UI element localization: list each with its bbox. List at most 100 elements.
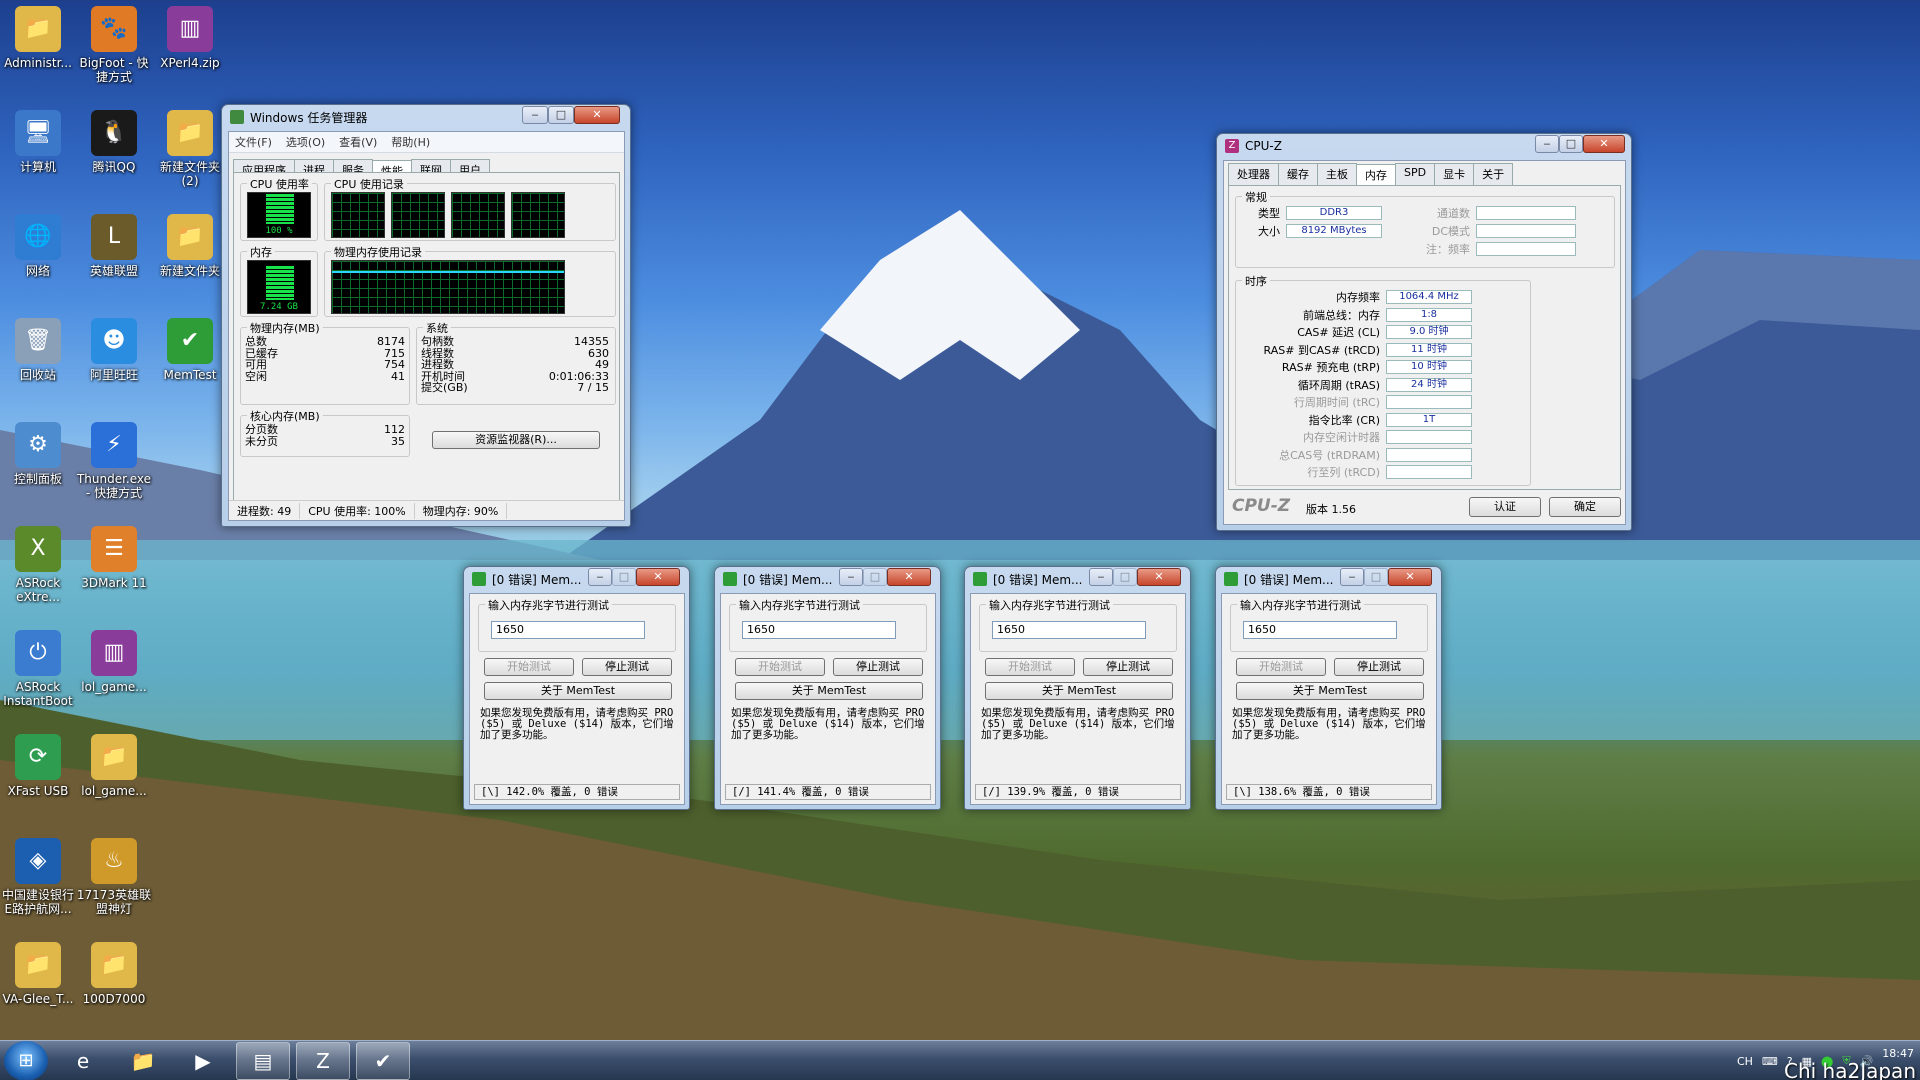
ok-button[interactable]: 确定 xyxy=(1549,497,1621,517)
start-test-button[interactable]: 开始测试 xyxy=(985,658,1075,676)
megabytes-input[interactable]: 1650 xyxy=(491,621,645,639)
start-test-button[interactable]: 开始测试 xyxy=(484,658,574,676)
desktop-icon[interactable]: ◈ 中国建设银行 E路护航网... xyxy=(0,838,76,916)
about-button[interactable]: 关于 MemTest xyxy=(735,682,923,700)
resource-monitor-button[interactable]: 资源监视器(R)... xyxy=(432,431,600,449)
winrar-icon: ▥ xyxy=(167,6,213,52)
close-button[interactable]: ✕ xyxy=(574,106,620,124)
desktop-icon-label: 阿里旺旺 xyxy=(89,368,138,382)
minimize-button[interactable]: ‒ xyxy=(839,568,863,586)
stat-row: 总数 8174 xyxy=(245,336,405,348)
cpuz-icon: Z xyxy=(1225,139,1239,153)
tab[interactable]: 关于 xyxy=(1473,163,1514,186)
close-button[interactable]: ✕ xyxy=(1583,135,1625,153)
maximize-button[interactable]: □ xyxy=(548,106,574,124)
desktop-icon[interactable]: 📁 lol_game... xyxy=(76,734,152,798)
menu-item[interactable]: 查看(V) xyxy=(339,134,377,150)
megabytes-input[interactable]: 1650 xyxy=(742,621,896,639)
maximize-button[interactable]: □ xyxy=(1364,568,1388,586)
desktop-icon[interactable]: 📁 100D7000 xyxy=(76,942,152,1006)
tab[interactable]: 主板 xyxy=(1317,163,1357,186)
desktop-icon[interactable]: L 英雄联盟 xyxy=(76,214,152,278)
close-button[interactable]: ✕ xyxy=(887,568,931,586)
desktop-icon[interactable]: X ASRock eXtre... xyxy=(0,526,76,604)
taskbar-button[interactable]: ▤ xyxy=(236,1041,290,1080)
timing-row: 行周期时间 (tRC) xyxy=(1236,394,1472,410)
desktop-icon[interactable]: ☻ 阿里旺旺 xyxy=(76,318,152,382)
desktop-icon[interactable]: 📁 新建文件夹 (2) xyxy=(152,110,228,188)
memtest-window[interactable]: [0 错误] Mem... ‒ □ ✕ 输入内存兆字节进行测试 1650 开始测试 停止测试关… xyxy=(964,566,1191,810)
desktop-icon[interactable]: ▥ XPerl4.zip xyxy=(152,6,228,70)
tab[interactable]: 缓存 xyxy=(1278,163,1318,186)
minimize-button[interactable]: ‒ xyxy=(1340,568,1364,586)
start-button[interactable]: ⊞ xyxy=(4,1040,48,1080)
desktop-icon[interactable]: 🗑 回收站 xyxy=(0,318,76,382)
desktop-icon[interactable]: ⚡ Thunder.exe - 快捷方式 xyxy=(76,422,152,500)
close-button[interactable]: ✕ xyxy=(636,568,680,586)
about-button[interactable]: 关于 MemTest xyxy=(1236,682,1424,700)
qq-icon: 🐧 xyxy=(91,110,137,156)
minimize-button[interactable]: ‒ xyxy=(1089,568,1113,586)
tab[interactable]: 内存 xyxy=(1356,164,1396,187)
about-button[interactable]: 关于 MemTest xyxy=(484,682,672,700)
tab[interactable]: 处理器 xyxy=(1228,163,1279,186)
watermark: Chi ha2Japan xyxy=(1784,1059,1916,1080)
folder-icon: 📁 xyxy=(91,734,137,780)
cpu-usage-meter: 100 % xyxy=(247,192,311,238)
megabytes-input[interactable]: 1650 xyxy=(1243,621,1397,639)
desktop-icon[interactable]: 📁 Administr... xyxy=(0,6,76,70)
keyboard-icon[interactable]: ⌨ xyxy=(1762,1055,1778,1068)
memtest-window[interactable]: [0 错误] Mem... ‒ □ ✕ 输入内存兆字节进行测试 1650 开始测试 停止测试关… xyxy=(1215,566,1442,810)
maximize-button[interactable]: □ xyxy=(1113,568,1137,586)
task-manager-window[interactable]: Windows 任务管理器 ‒ □ ✕ 文件(F) 选项(O) 查看(V) 帮助(H)… xyxy=(221,104,631,527)
test-status: [\] 138.6% 覆盖, 0 错误 xyxy=(1226,784,1432,800)
menu-item[interactable]: 选项(O) xyxy=(286,134,325,150)
desktop-icon[interactable]: ✔ MemTest xyxy=(152,318,228,382)
desktop-icon[interactable]: 🌐 网络 xyxy=(0,214,76,278)
minimize-button[interactable]: ‒ xyxy=(1535,135,1559,153)
desktop-icon[interactable]: 📁 VA-Glee_T... xyxy=(0,942,76,1006)
minimize-button[interactable]: ‒ xyxy=(522,106,548,124)
desktop-icon[interactable]: ⟳ XFast USB xyxy=(0,734,76,798)
language-indicator[interactable]: CH xyxy=(1737,1055,1753,1068)
desktop-icon[interactable]: 🖥 计算机 xyxy=(0,110,76,174)
taskbar-button[interactable]: Z xyxy=(296,1041,350,1080)
stop-test-button[interactable]: 停止测试 xyxy=(1334,658,1424,676)
maximize-button[interactable]: □ xyxy=(863,568,887,586)
stop-test-button[interactable]: 停止测试 xyxy=(582,658,672,676)
maximize-button[interactable]: □ xyxy=(1559,135,1583,153)
memtest-window[interactable]: [0 错误] Mem... ‒ □ ✕ 输入内存兆字节进行测试 1650 开始测试 停止测试关… xyxy=(463,566,690,810)
desktop-icon[interactable]: ⏻ ASRock InstantBoot xyxy=(0,630,76,708)
cpuz-window[interactable]: Z CPU-Z ‒ □ ✕ 处理器 缓存 主板 内存 SPD 显卡 关于 常规 类型 DDR3… xyxy=(1216,133,1632,531)
desktop-icon[interactable]: ⚙ 控制面板 xyxy=(0,422,76,486)
desktop-icon[interactable]: ▥ lol_game... xyxy=(76,630,152,694)
about-button[interactable]: 关于 MemTest xyxy=(985,682,1173,700)
desktop-icon[interactable]: 📁 新建文件夹 xyxy=(152,214,228,278)
close-button[interactable]: ✕ xyxy=(1137,568,1181,586)
timing-row: CAS# 延迟 (CL) 9.0 时钟 xyxy=(1236,324,1472,340)
desktop-icon[interactable]: ♨ 17173英雄联 盟神灯 xyxy=(76,838,152,916)
taskbar-button[interactable]: e xyxy=(56,1042,110,1080)
window-title: Windows 任务管理器 xyxy=(250,110,368,125)
stop-test-button[interactable]: 停止测试 xyxy=(833,658,923,676)
desktop-icon[interactable]: 🐾 BigFoot - 快 捷方式 xyxy=(76,6,152,84)
start-test-button[interactable]: 开始测试 xyxy=(1236,658,1326,676)
stop-test-button[interactable]: 停止测试 xyxy=(1083,658,1173,676)
timing-value xyxy=(1386,465,1472,479)
desktop-icon[interactable]: ☰ 3DMark 11 xyxy=(76,526,152,590)
close-button[interactable]: ✕ xyxy=(1388,568,1432,586)
desktop-icon[interactable]: 🐧 腾讯QQ xyxy=(76,110,152,174)
tab[interactable]: SPD xyxy=(1395,163,1436,186)
tab[interactable]: 显卡 xyxy=(1434,163,1475,186)
menu-item[interactable]: 帮助(H) xyxy=(391,134,430,150)
taskbar-button[interactable]: ▶ xyxy=(176,1042,230,1080)
start-test-button[interactable]: 开始测试 xyxy=(735,658,825,676)
memtest-window[interactable]: [0 错误] Mem... ‒ □ ✕ 输入内存兆字节进行测试 1650 开始测试 停止测试关… xyxy=(714,566,941,810)
taskbar-button[interactable]: ✔ xyxy=(356,1041,410,1080)
minimize-button[interactable]: ‒ xyxy=(588,568,612,586)
taskbar-button[interactable]: 📁 xyxy=(116,1042,170,1080)
validate-button[interactable]: 认证 xyxy=(1469,497,1541,517)
maximize-button[interactable]: □ xyxy=(612,568,636,586)
megabytes-input[interactable]: 1650 xyxy=(992,621,1146,639)
menu-item[interactable]: 文件(F) xyxy=(235,134,272,150)
